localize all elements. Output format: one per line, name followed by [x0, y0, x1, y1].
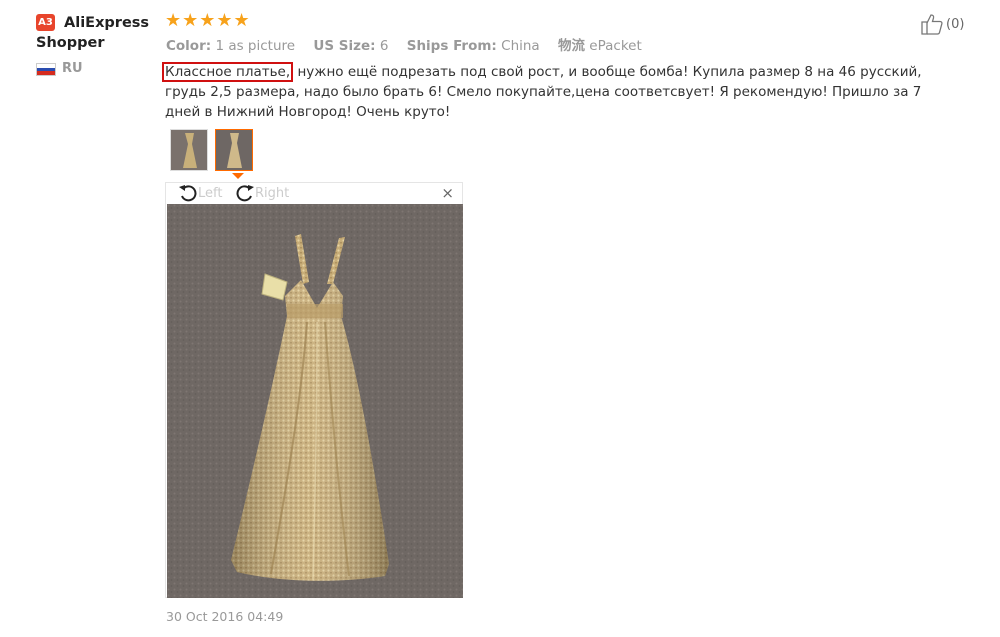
- russia-flag-icon: [36, 63, 56, 76]
- photo-viewer: Left Right ×: [165, 182, 463, 598]
- reviewer-country: RU: [62, 61, 83, 76]
- close-viewer-button[interactable]: ×: [441, 184, 454, 202]
- like-count: (0): [946, 16, 965, 32]
- rotate-left-icon: [179, 185, 197, 202]
- ships-from-value: China: [501, 38, 540, 54]
- review-text: Классное платье, нужно ещё подрезать под…: [162, 62, 925, 122]
- rotate-left-button[interactable]: Left: [178, 184, 222, 202]
- size-value: 6: [379, 38, 389, 54]
- rotate-left-label: Left: [198, 185, 223, 201]
- rotate-right-label: Right: [255, 185, 290, 201]
- review-photo-thumbnail-2[interactable]: [215, 129, 253, 171]
- level-badge: A3: [36, 14, 55, 31]
- review-photo-thumbnail-1[interactable]: [170, 129, 208, 171]
- color-label: Color:: [166, 38, 212, 54]
- rotate-right-button[interactable]: Right: [235, 184, 289, 202]
- logistics-value: ePacket: [589, 38, 642, 54]
- thumbs-up-icon: [921, 14, 943, 35]
- logistics-label: 物流: [558, 38, 585, 54]
- star-rating: ★★★★★: [165, 10, 251, 31]
- rotate-right-icon: [236, 185, 254, 202]
- selected-thumbnail-indicator: [232, 173, 244, 179]
- ships-from-label: Ships From:: [406, 38, 497, 54]
- review-photo: [167, 204, 463, 598]
- order-attributes: Color: 1 as picture US Size: 6 Ships Fro…: [166, 37, 656, 55]
- like-button[interactable]: (0): [920, 13, 964, 35]
- color-value: 1 as picture: [215, 38, 296, 54]
- review-date: 30 Oct 2016 04:49: [166, 609, 284, 624]
- size-label: US Size:: [313, 38, 376, 54]
- photo-viewer-toolbar: Left Right ×: [166, 183, 462, 203]
- highlighted-phrase: Классное платье,: [162, 62, 294, 82]
